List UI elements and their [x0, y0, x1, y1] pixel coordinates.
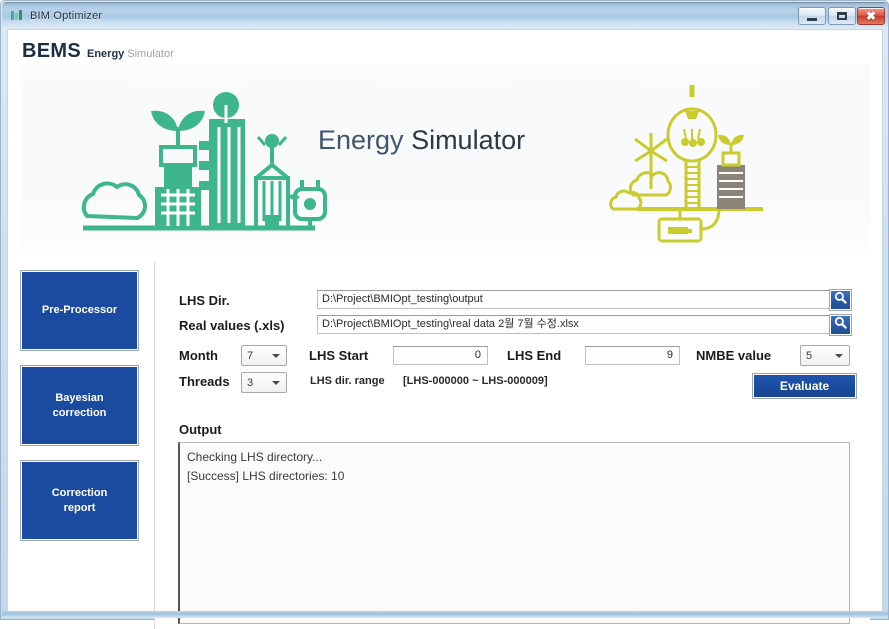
sidebar-item-correction-report-label: Correction report [52, 486, 108, 516]
chevron-down-icon [835, 354, 843, 358]
lhs-start-label: LHS Start [309, 348, 369, 363]
banner-title-first: Energy [318, 125, 412, 155]
application-window: BIM Optimizer ✖ BEMS Energy Simulator En… [0, 0, 889, 629]
bayesian-label-line1: Bayesian [55, 391, 104, 404]
window-bottom-strip [2, 611, 888, 618]
banner-title-second: Simulator [411, 125, 526, 155]
client-area: BEMS Energy Simulator Energy Simulator P… [7, 29, 883, 629]
evaluate-button-label: Evaluate [779, 379, 830, 393]
output-console[interactable]: Checking LHS directory... [Success] LHS … [178, 442, 850, 624]
evaluate-button[interactable]: Evaluate [752, 373, 857, 399]
title-bar: BIM Optimizer ✖ [2, 2, 888, 29]
lhs-dir-input[interactable]: D:\Project\BMIOpt_testing\output [317, 290, 831, 309]
maximize-icon [837, 12, 847, 20]
nmbe-label: NMBE value [696, 348, 772, 363]
chevron-down-icon [272, 381, 280, 385]
banner-title: Energy Simulator [318, 125, 525, 156]
sidebar-item-bayesian-correction[interactable]: Bayesian correction [20, 365, 139, 446]
chevron-down-icon [272, 354, 280, 358]
close-button[interactable]: ✖ [857, 7, 885, 25]
search-icon [834, 291, 847, 309]
lhs-dir-browse-button[interactable] [829, 289, 852, 311]
close-icon: ✖ [865, 9, 877, 23]
report-label-line1: Correction [51, 486, 108, 499]
month-dropdown-value: 7 [247, 349, 254, 362]
sidebar-item-bayesian-correction-label: Bayesian correction [53, 391, 107, 421]
sidebar-item-correction-report[interactable]: Correction report [20, 460, 139, 541]
minimize-button[interactable] [798, 7, 826, 25]
search-icon [834, 316, 847, 334]
logo-bems-text: BEMS [22, 40, 81, 62]
banner: Energy Simulator [21, 65, 870, 255]
nmbe-dropdown-value: 5 [806, 349, 813, 362]
output-line: [Success] LHS directories: 10 [187, 468, 345, 483]
logo-simulator-text: Simulator [127, 48, 174, 60]
main-panel: LHS Dir. D:\Project\BMIOpt_testing\outpu… [154, 262, 870, 629]
lhs-range-label: LHS dir. range [310, 375, 385, 387]
threads-dropdown-value: 3 [247, 376, 254, 389]
lhs-end-input[interactable]: 9 [585, 346, 680, 365]
nmbe-dropdown[interactable]: 5 [800, 345, 850, 366]
lhs-dir-label: LHS Dir. [179, 293, 230, 308]
bems-logo: BEMS Energy Simulator [22, 40, 174, 63]
bayesian-label-line2: correction [52, 406, 107, 419]
real-values-label: Real values (.xls) [179, 318, 285, 333]
month-label: Month [179, 348, 218, 363]
real-values-input[interactable]: D:\Project\BMIOpt_testing\real data 2월 7… [317, 315, 831, 334]
lhs-start-input[interactable]: 0 [393, 346, 488, 365]
output-line: Checking LHS directory... [187, 450, 323, 464]
logo-energy-text: Energy [86, 48, 125, 60]
threads-label: Threads [179, 374, 230, 389]
window-title: BIM Optimizer [30, 9, 103, 22]
maximize-button[interactable] [828, 7, 856, 25]
lhs-range-value: [LHS-000000 ~ LHS-000009] [403, 375, 548, 387]
report-label-line2: report [63, 501, 96, 514]
month-dropdown[interactable]: 7 [241, 345, 287, 366]
minimize-icon [807, 17, 817, 21]
threads-dropdown[interactable]: 3 [241, 372, 287, 393]
sidebar-item-pre-processor[interactable]: Pre-Processor [20, 270, 139, 351]
lhs-end-label: LHS End [507, 348, 562, 363]
bim-app-icon [9, 8, 24, 23]
real-values-browse-button[interactable] [829, 314, 852, 336]
sidebar-item-pre-processor-label: Pre-Processor [41, 304, 118, 317]
output-label: Output [179, 422, 222, 437]
